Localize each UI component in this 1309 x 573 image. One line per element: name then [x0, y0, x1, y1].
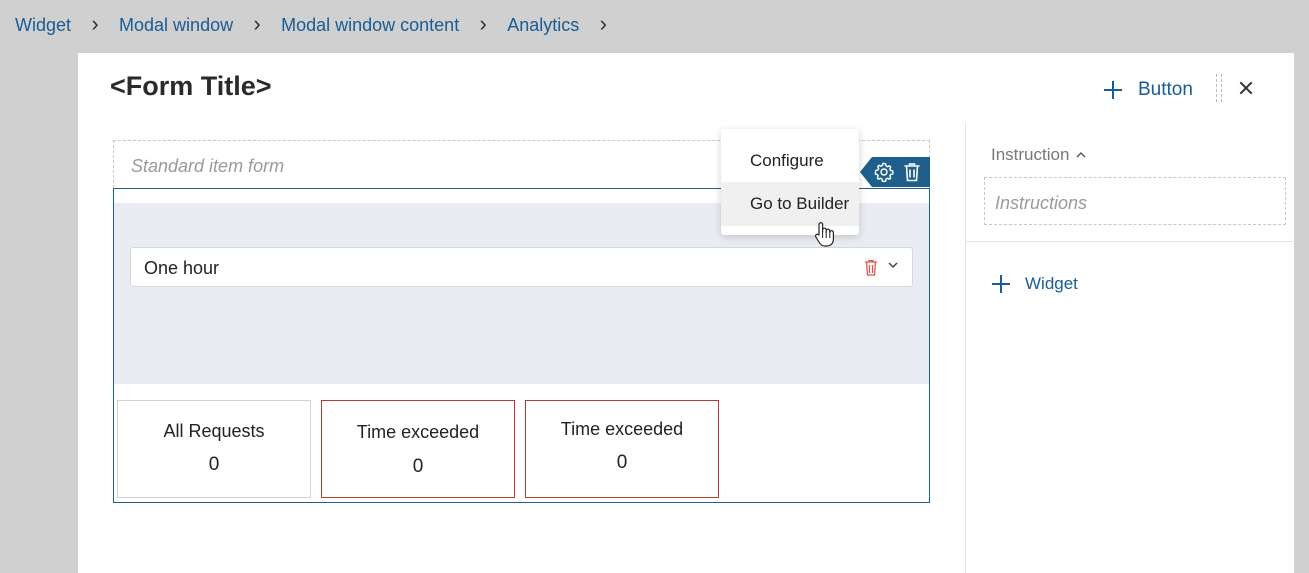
breadcrumb-separator-icon	[579, 15, 627, 36]
form-title: <Form Title>	[110, 71, 272, 101]
breadcrumb-separator-icon	[233, 15, 281, 36]
breadcrumb-item-widget[interactable]: Widget	[15, 15, 71, 36]
counter-label: Time exceeded	[356, 422, 480, 442]
trash-icon[interactable]	[903, 162, 921, 182]
instruction-toggle[interactable]: Instruction	[991, 145, 1087, 165]
counter-tile-time-exceeded[interactable]: Time exceeded 0	[321, 400, 515, 498]
breadcrumb-separator-icon	[71, 15, 119, 36]
close-icon[interactable]	[1236, 78, 1256, 98]
plus-icon	[992, 275, 1010, 293]
header-divider	[1216, 74, 1222, 102]
instructions-placeholder: Instructions	[995, 193, 1088, 213]
counter-tile-all-requests[interactable]: All Requests 0	[117, 400, 311, 498]
hand-cursor-icon	[815, 222, 834, 247]
counter-value: 0	[616, 452, 628, 473]
counter-value: 0	[412, 456, 424, 477]
widget-toolbar	[860, 157, 930, 187]
add-button[interactable]: Button	[1104, 79, 1193, 101]
plus-icon	[1104, 81, 1122, 99]
counter-label: All Requests	[163, 421, 265, 441]
instructions-field[interactable]: Instructions	[984, 177, 1286, 225]
trash-icon[interactable]	[864, 259, 878, 276]
breadcrumb: Widget Modal window Modal window content…	[15, 13, 627, 37]
chevron-up-icon	[1076, 152, 1086, 158]
panel-divider	[966, 241, 1295, 242]
chevron-down-icon[interactable]	[888, 260, 898, 270]
breadcrumb-item-modal-window[interactable]: Modal window	[119, 15, 233, 36]
analytics-widget[interactable]: One hour All Requests 0 Time exceeded 0 …	[113, 188, 930, 503]
breadcrumb-separator-icon	[459, 15, 507, 36]
add-button-label: Button	[1138, 79, 1193, 100]
context-menu: Configure Go to Builder	[721, 129, 859, 235]
counter-tile-time-exceeded[interactable]: Time exceeded 0	[525, 400, 719, 498]
period-select[interactable]: One hour	[130, 247, 913, 287]
counter-label: Time exceeded	[560, 419, 684, 439]
menu-item-configure[interactable]: Configure	[721, 139, 859, 183]
menu-item-go-to-builder[interactable]: Go to Builder	[721, 182, 859, 226]
breadcrumb-item-modal-window-content[interactable]: Modal window content	[281, 15, 459, 36]
right-panel: Instruction Instructions Widget	[965, 122, 1295, 573]
modal-window: <Form Title> Button Standard item form O…	[78, 53, 1295, 573]
breadcrumb-item-analytics[interactable]: Analytics	[507, 15, 579, 36]
gear-icon[interactable]	[874, 162, 894, 182]
instruction-label: Instruction	[991, 145, 1070, 164]
standard-item-form-label: Standard item form	[131, 156, 285, 176]
counter-value: 0	[208, 454, 220, 475]
add-widget-button[interactable]: Widget	[992, 274, 1078, 294]
counter-tiles: All Requests 0 Time exceeded 0 Time exce…	[117, 400, 719, 498]
period-select-value: One hour	[144, 258, 220, 278]
add-widget-label: Widget	[1025, 274, 1078, 293]
